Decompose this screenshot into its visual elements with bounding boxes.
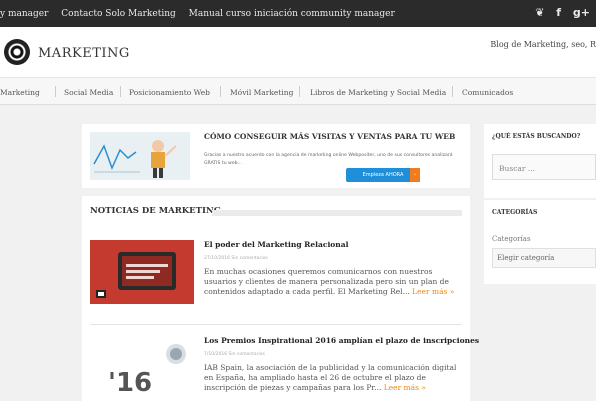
top-links: y manager Contacto Solo Marketing Manual… [0, 9, 405, 19]
categories-heading: CATEGORÍAS [492, 209, 538, 216]
top-link-contacto[interactable]: Contacto Solo Marketing [61, 9, 175, 19]
nav-divider [120, 86, 121, 97]
site-tagline: Blog de Marketing, seo, R [490, 40, 596, 49]
site-header: MARKETING Blog de Marketing, seo, R [0, 27, 596, 77]
categories-select[interactable]: Elegir categoría [492, 248, 596, 268]
nav-item-marketing[interactable]: Marketing [0, 88, 40, 97]
search-input[interactable]: Buscar ... [492, 154, 596, 180]
categories-widget: CATEGORÍAS Categorías Elegir categoría [484, 200, 596, 284]
tablet-image-icon [90, 240, 194, 304]
social-links: ❦ f g+ [527, 6, 590, 19]
chart-illustration-icon [90, 132, 190, 180]
button-label: Empieza AHORA [362, 172, 404, 178]
top-link-manual[interactable]: Manual curso iniciación community manage… [189, 9, 395, 19]
main-nav: Marketing Social Media Posicionamiento W… [0, 77, 596, 105]
promo-banner: CÓMO CONSEGUIR MÁS VISITAS Y VENTAS PARA… [82, 124, 470, 188]
empieza-ahora-button[interactable]: Empieza AHORA › [346, 168, 420, 182]
nav-divider [299, 86, 300, 97]
nav-item-movil[interactable]: Móvil Marketing [230, 88, 293, 97]
read-more-link[interactable]: Leer más » [384, 383, 426, 392]
news-section: NOTICIAS DE MARKETING El poder del Marke… [82, 196, 479, 401]
nav-divider [452, 86, 453, 97]
article-meta: 7/10/2016 Sin comentarios [204, 352, 265, 357]
nav-item-libros[interactable]: Libros de Marketing y Social Media [310, 88, 446, 97]
twitter-icon[interactable]: ❦ [535, 6, 544, 19]
search-widget: ¿QUÉ ESTÁS BUSCANDO? Buscar ... [484, 124, 596, 198]
logo-spiral-icon[interactable] [4, 39, 30, 65]
google-plus-icon[interactable]: g+ [573, 6, 590, 19]
arrow-right-icon: › [410, 168, 420, 182]
article-thumbnail[interactable] [90, 240, 194, 304]
promo-text: Gracias a nuestro acuerdo con la agencia… [204, 153, 453, 166]
article-title[interactable]: El poder del Marketing Relacional [204, 240, 348, 249]
heading-rule [212, 210, 462, 216]
nav-item-posicionamiento[interactable]: Posicionamiento Web [129, 88, 210, 97]
article-excerpt: IAB Spain, la asociación de la publicida… [204, 363, 462, 393]
article-divider [90, 324, 462, 325]
thumbnail-year: '16 [108, 368, 153, 398]
nav-divider [55, 86, 56, 97]
nav-item-comunicados[interactable]: Comunicados [462, 88, 513, 97]
nav-item-social-media[interactable]: Social Media [64, 88, 113, 97]
categories-label: Categorías [492, 235, 531, 243]
read-more-link[interactable]: Leer más » [412, 287, 454, 296]
news-heading: NOTICIAS DE MARKETING [90, 206, 221, 216]
facebook-icon[interactable]: f [556, 6, 561, 19]
article-title[interactable]: Los Premios Inspirational 2016 amplían e… [204, 336, 479, 345]
search-heading: ¿QUÉ ESTÁS BUSCANDO? [492, 133, 581, 140]
site-logo[interactable]: MARKETING [38, 46, 130, 61]
article-thumbnail[interactable]: '16 [90, 336, 194, 401]
nav-divider [220, 86, 221, 97]
promo-title[interactable]: CÓMO CONSEGUIR MÁS VISITAS Y VENTAS PARA… [204, 132, 455, 141]
promo-illustration[interactable] [90, 132, 190, 180]
top-bar: y manager Contacto Solo Marketing Manual… [0, 0, 596, 27]
article-excerpt: En muchas ocasiones queremos comunicarno… [204, 267, 462, 297]
article-meta: 27/10/2016 Sin comentarios [204, 256, 268, 261]
top-link-manager[interactable]: y manager [0, 9, 48, 19]
